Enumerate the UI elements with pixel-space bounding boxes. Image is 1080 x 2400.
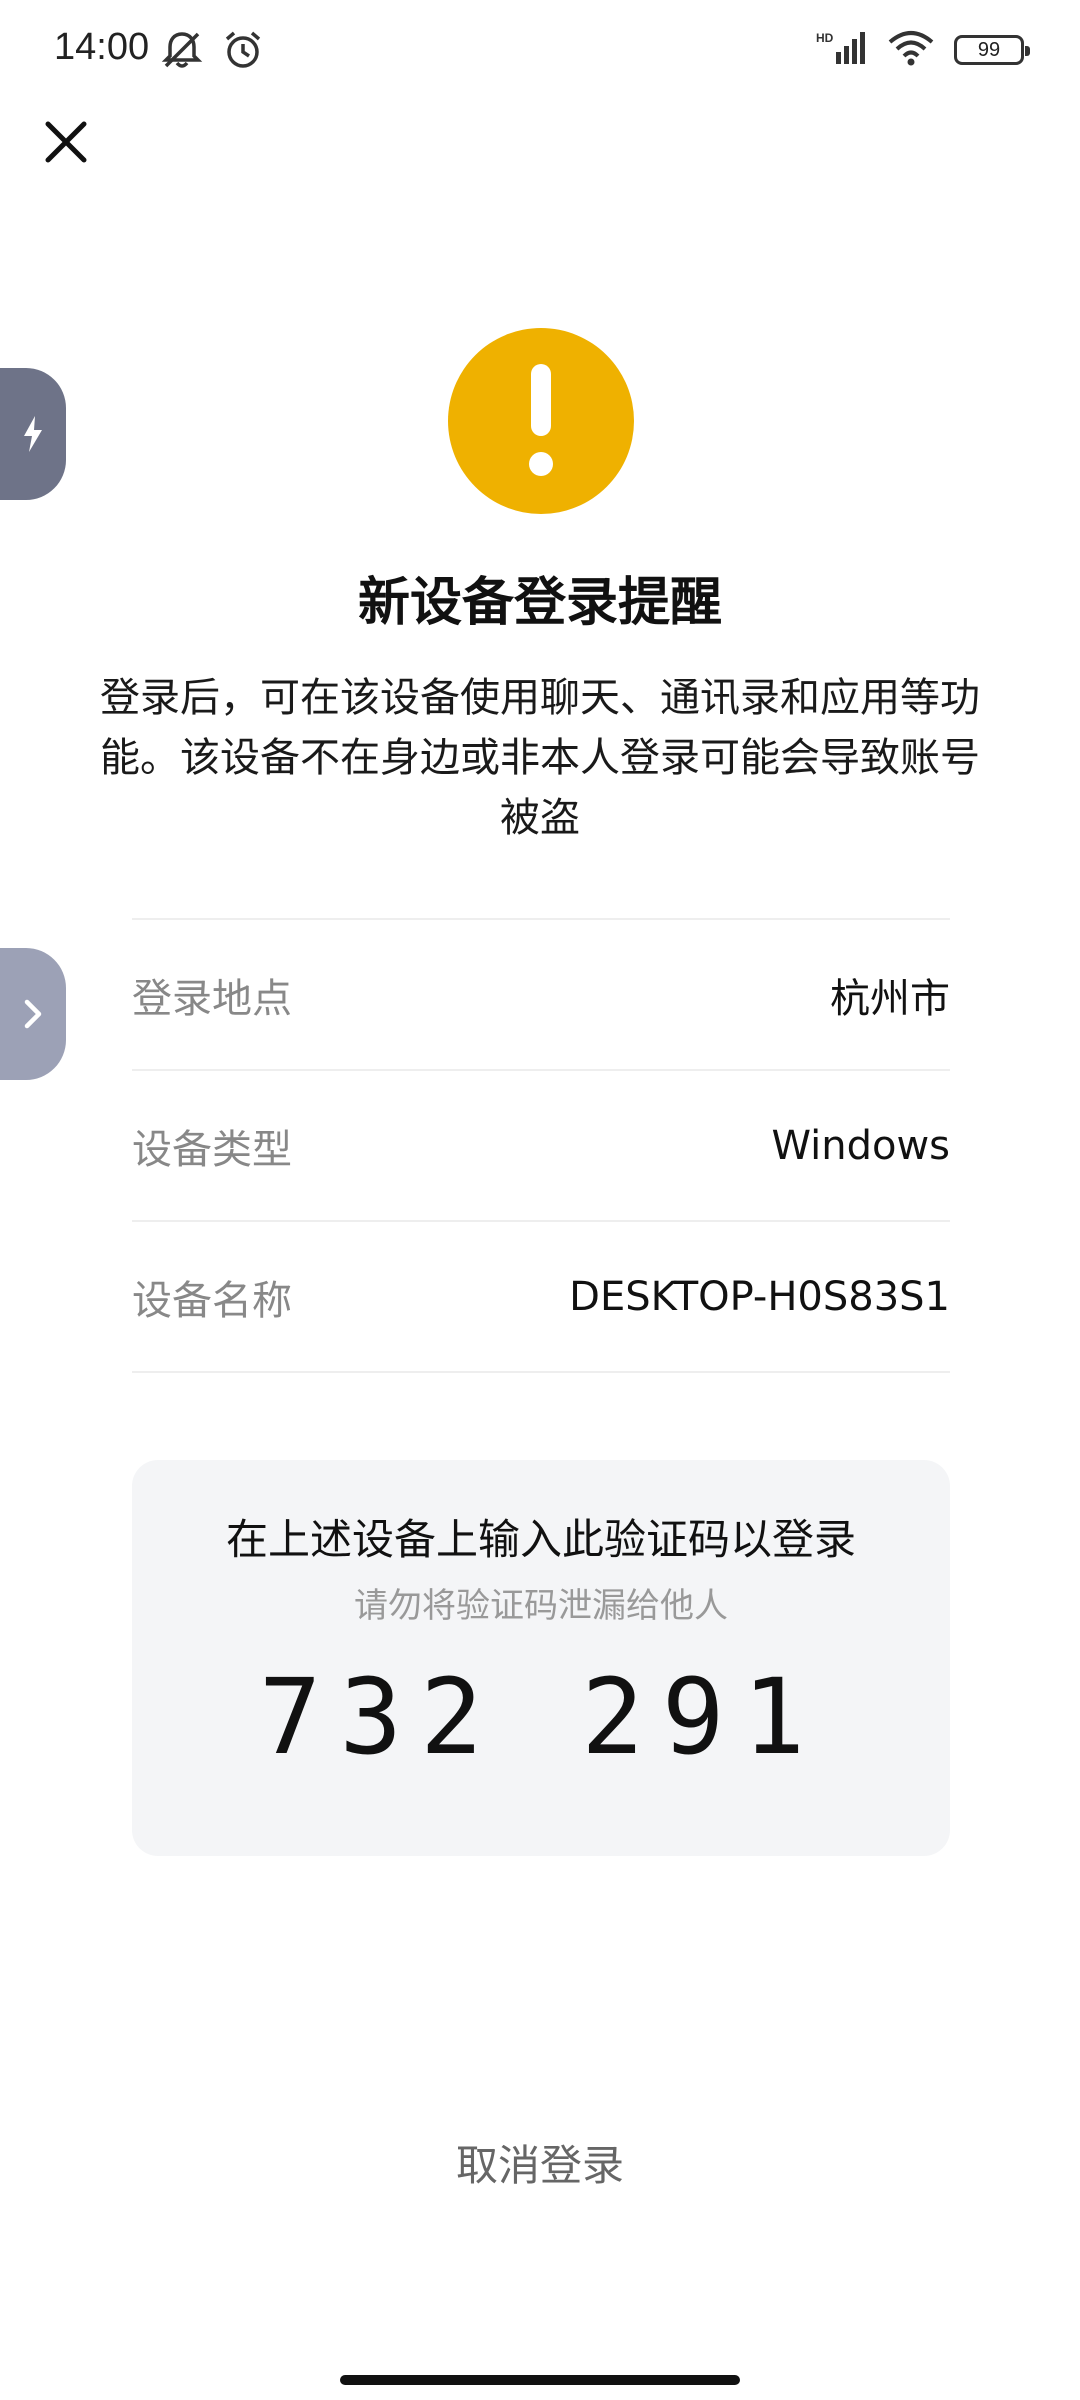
info-value: Windows	[771, 1122, 950, 1169]
floating-flash-tab[interactable]	[0, 368, 66, 500]
battery-icon: 99	[954, 35, 1030, 65]
chevron-right-icon	[24, 999, 42, 1029]
verification-code: 732 291	[258, 1656, 824, 1778]
svg-text:HD: HD	[816, 31, 834, 45]
info-label: 登录地点	[132, 975, 292, 1022]
info-label: 设备类型	[132, 1126, 292, 1173]
close-button[interactable]	[36, 112, 96, 172]
battery-level: 99	[977, 38, 1001, 61]
home-indicator[interactable]	[340, 2375, 740, 2385]
info-row-device-type: 设备类型 Windows	[132, 1071, 950, 1222]
info-row-device-name: 设备名称 DESKTOP-H0S83S1	[132, 1222, 950, 1373]
mute-notification-icon	[160, 30, 204, 74]
alarm-icon	[222, 30, 264, 74]
warning-icon	[448, 328, 634, 514]
hd-signal-icon: HD	[816, 30, 868, 70]
code-card-subtitle: 请勿将验证码泄漏给他人	[354, 1586, 728, 1626]
status-bar: 14:00 HD 99	[0, 0, 1080, 100]
verification-code-card: 在上述设备上输入此验证码以登录 请勿将验证码泄漏给他人 732 291	[132, 1460, 950, 1856]
info-label: 设备名称	[132, 1277, 292, 1324]
info-value: 杭州市	[830, 975, 950, 1022]
wifi-icon	[886, 30, 936, 70]
info-row-location: 登录地点 杭州市	[132, 920, 950, 1071]
page-title: 新设备登录提醒	[357, 573, 722, 633]
info-value: DESKTOP-H0S83S1	[569, 1273, 950, 1320]
device-info-list: 登录地点 杭州市 设备类型 Windows 设备名称 DESKTOP-H0S83…	[132, 918, 950, 1373]
status-time: 14:00	[54, 26, 150, 68]
floating-expand-tab[interactable]	[0, 948, 66, 1080]
close-icon	[45, 121, 87, 163]
warning-description: 登录后，可在该设备使用聊天、通讯录和应用等功能。该设备不在身边或非本人登录可能会…	[100, 675, 980, 841]
flash-icon	[24, 416, 42, 452]
new-device-login-page: 14:00 HD 99 新设备登录提醒 登录后，可在该设备使用聊天、通讯录和应用…	[0, 0, 1080, 2400]
cancel-login-button[interactable]: 取消登录	[340, 2126, 740, 2206]
code-card-title: 在上述设备上输入此验证码以登录	[225, 1515, 856, 1564]
